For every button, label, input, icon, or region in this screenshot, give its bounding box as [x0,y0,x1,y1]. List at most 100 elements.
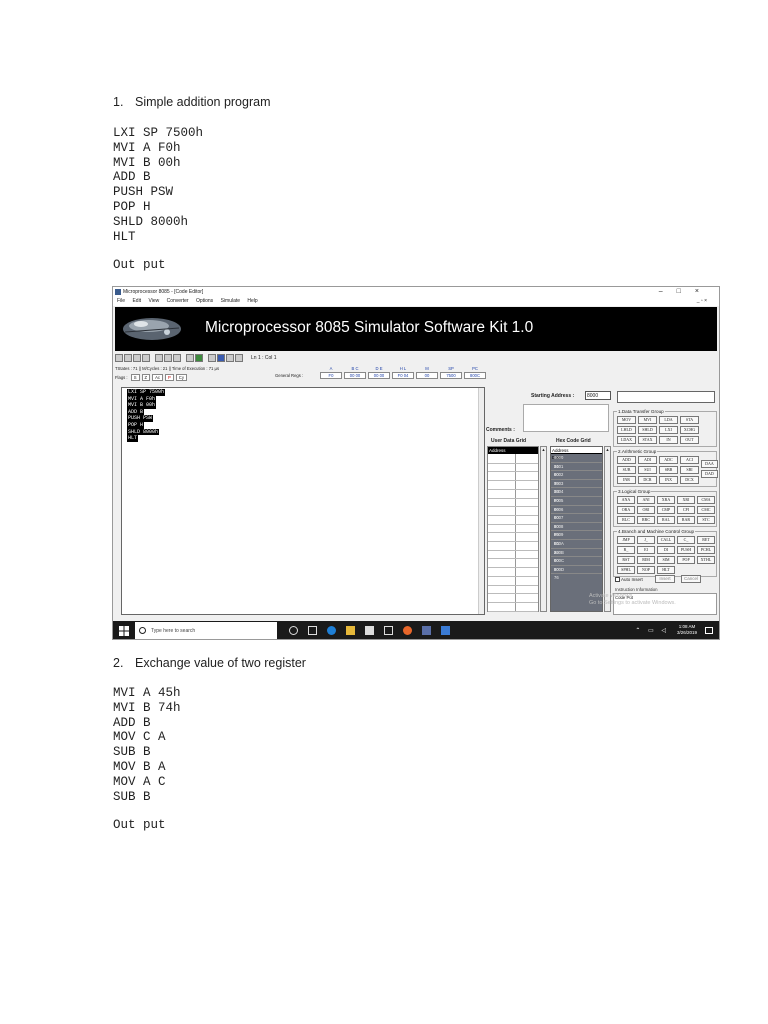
table-row[interactable]: 800100 [551,463,602,477]
table-row[interactable]: 800506 [551,497,602,512]
edge-icon[interactable] [327,626,336,635]
instruction-pop-button[interactable]: POP [677,556,695,564]
instruction-inx-button[interactable]: INX [659,476,678,484]
instruction-sui-button[interactable]: SUI [638,466,657,474]
cut-icon[interactable] [155,354,163,362]
instruction-ret-button[interactable]: RET [697,536,715,544]
table-row[interactable]: 8008F5 [551,523,602,537]
instruction-in-button[interactable]: IN [659,436,678,444]
table-row[interactable] [488,523,538,525]
instruction-sta-button[interactable]: STA [680,416,699,424]
instruction-lda-button[interactable]: LDA [659,416,678,424]
task-view-icon[interactable] [308,626,317,635]
photos-icon[interactable] [441,626,450,635]
instruction-sphl-button[interactable]: SPHL [617,566,635,574]
instruction-sim-button[interactable]: SIM [657,556,675,564]
instruction-rar-button[interactable]: RAR [677,516,695,524]
hex-code-grid[interactable]: AddressData 800031 800100 800275 80033E 8004… [550,446,603,612]
paste-icon[interactable] [173,354,181,362]
menu-options[interactable]: Options [196,298,213,304]
instruction-ldax-button[interactable]: LDAX [617,436,636,444]
starting-address-input[interactable]: 8000 [585,391,611,400]
instruction-ora-button[interactable]: ORA [617,506,635,514]
menu-edit[interactable]: Edit [132,298,141,304]
instruction-jmp-button[interactable]: JMP [617,536,635,544]
table-row[interactable]: 800275 [551,471,602,486]
instruction-xthl-button[interactable]: XTHL [697,556,715,564]
instruction-rlc-button[interactable]: RLC [617,516,635,524]
new-icon[interactable] [115,354,123,362]
comments-box[interactable] [523,404,609,432]
mail-icon[interactable] [384,626,393,635]
instruction-cmc-button[interactable]: CMC [697,506,715,514]
table-row[interactable] [488,593,538,595]
instruction-inr-button[interactable]: INR [617,476,636,484]
table-row[interactable] [488,471,538,473]
hex-grid-scrollbar[interactable]: ▲ [604,446,611,612]
instruction-cpi-button[interactable]: CPI [677,506,695,514]
instruction-xra-button[interactable]: XRA [657,496,675,504]
menu-file[interactable]: File [117,298,125,304]
table-row[interactable] [488,506,538,508]
user-grid-scrollbar[interactable]: ▲ [540,446,547,612]
file-explorer-icon[interactable] [346,626,355,635]
taskbar-clock[interactable]: 1:08 AM 3/26/2019 [677,624,697,636]
code-editor[interactable]: LXI SP 7500h MVI A F0h MVI B 00h ADD B PUSH … [121,387,485,615]
mdi-controls[interactable]: _ ▫ × [697,297,707,306]
table-row[interactable]: 800B00 [551,549,602,563]
table-row[interactable] [488,575,538,577]
instruction-daa-button[interactable]: DAA [701,460,718,468]
system-tray-icons[interactable]: ⌃ ▭ ◁ [635,627,669,634]
table-row[interactable]: 800C80 [551,557,602,572]
instruction-out-button[interactable]: OUT [680,436,699,444]
simulator-taskbar-icon[interactable] [422,626,431,635]
instruction-stax-button[interactable]: STAX [638,436,657,444]
print-icon[interactable] [142,354,150,362]
instruction-stc-button[interactable]: STC [697,516,715,524]
reset-icon[interactable] [235,354,243,362]
instruction-ei-button[interactable]: EI [637,546,655,554]
menu-help[interactable]: Help [247,298,257,304]
instruction-di-button[interactable]: DI [657,546,675,554]
instruction-hlt-button[interactable]: HLT [657,566,675,574]
instruction-add-button[interactable]: ADD [617,456,636,464]
save-icon[interactable] [133,354,141,362]
scroll-up-icon[interactable]: ▲ [542,447,546,452]
instruction-jx-button[interactable]: J_ [637,536,655,544]
instruction-cmp-button[interactable]: CMP [657,506,675,514]
menu-view[interactable]: View [148,298,159,304]
cancel-button[interactable]: Cancel [681,575,701,583]
instruction-mvi-button[interactable]: MVI [638,416,657,424]
table-row[interactable] [488,514,538,516]
table-row[interactable]: 800D 76 [551,566,602,580]
instruction-adc-button[interactable]: ADC [659,456,678,464]
instruction-rim-button[interactable]: RIM [637,556,655,564]
instruction-ral-button[interactable]: RAL [657,516,675,524]
table-row[interactable]: 800600 [551,506,602,520]
instruction-call-button[interactable]: CALL [657,536,675,544]
instruction-lhld-button[interactable]: LHLD [617,426,636,434]
table-row[interactable] [488,549,538,551]
firefox-icon[interactable] [403,626,412,635]
microphone-icon[interactable] [289,626,298,635]
instruction-aci-button[interactable]: ACI [680,456,699,464]
run-icon[interactable] [195,354,203,362]
instruction-rst-button[interactable]: RST [617,556,635,564]
instruction-input[interactable] [617,391,715,403]
instruction-mov-button[interactable]: MOV [617,416,636,424]
table-row[interactable] [488,567,538,569]
windows-start-icon[interactable] [119,626,129,636]
table-row[interactable]: 800A22 [551,540,602,555]
taskbar-search[interactable]: Type here to search [135,622,277,639]
instruction-cx-button[interactable]: C_ [677,536,695,544]
table-row[interactable]: 8009E1 [551,531,602,546]
table-row[interactable]: 8004F0 [551,488,602,503]
instruction-xchg-button[interactable]: XCHG [680,426,699,434]
debug-icon[interactable] [217,354,225,362]
store-icon[interactable] [365,626,374,635]
close-icon[interactable]: × [695,288,713,295]
step-icon[interactable] [208,354,216,362]
table-row[interactable]: 80033E [551,480,602,494]
instruction-ana-button[interactable]: ANA [617,496,635,504]
instruction-adi-button[interactable]: ADI [638,456,657,464]
